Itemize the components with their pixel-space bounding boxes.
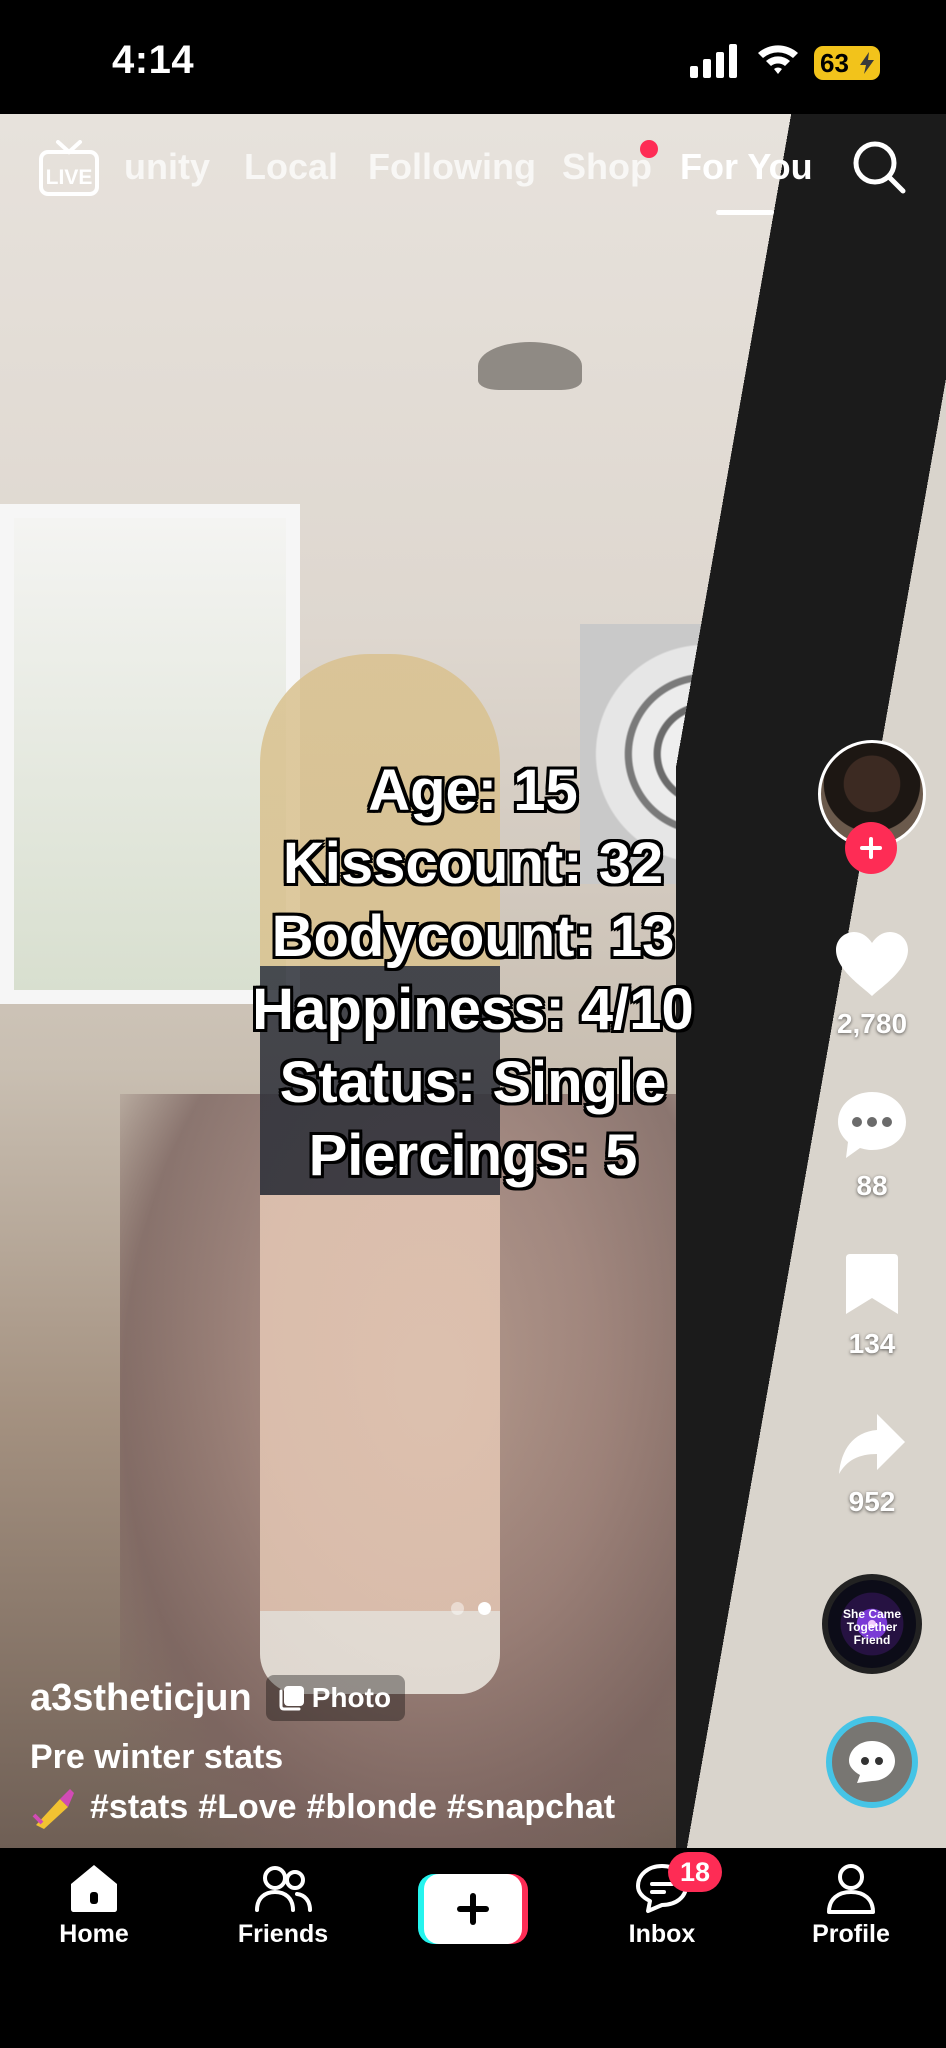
post-overlay-text: Age: 15 Kisscount: 32 Bodycount: 13 Happ… [0, 754, 946, 1192]
cellular-signal-icon [690, 44, 737, 78]
share-arrow-icon [839, 1414, 905, 1474]
nav-home-label: Home [59, 1920, 129, 1948]
nav-friends[interactable]: Friends [208, 1862, 358, 1949]
overlay-line: Status: Single [279, 1050, 667, 1115]
shop-notification-dot [640, 140, 658, 158]
friends-icon [255, 1866, 312, 1912]
comment-bubble-icon [838, 1092, 906, 1158]
tab-community[interactable]: unity [112, 146, 210, 188]
photo-carousel-icon [279, 1686, 304, 1711]
overlay-line: Kisscount: 32 [282, 831, 664, 896]
heart-icon [836, 932, 908, 996]
home-icon [71, 1865, 117, 1912]
music-disc-text: She Came Together Friend [842, 1607, 902, 1647]
ai-chat-icon [849, 1741, 895, 1783]
photo-badge-label: Photo [311, 1682, 392, 1713]
live-tv-icon[interactable]: LIVE [38, 140, 100, 198]
bookmark-icon [846, 1254, 898, 1314]
wifi-icon [758, 45, 798, 74]
share-button[interactable]: 952 [822, 1412, 922, 1518]
hashtag-link[interactable]: #stats [90, 1782, 188, 1832]
comment-button[interactable]: 88 [822, 1090, 922, 1202]
nav-friends-label: Friends [237, 1920, 329, 1948]
carousel-dot-active [478, 1602, 491, 1615]
nav-home[interactable]: Home [19, 1862, 169, 1949]
search-icon[interactable] [852, 140, 906, 194]
carousel-dot [451, 1602, 464, 1615]
post-caption: a3stheticjun Photo Pre winter stats #sta… [30, 1670, 790, 1832]
top-feed-tabs: LIVE unity Local Following Shop For You [0, 140, 946, 220]
hashtag-link[interactable]: #Love [198, 1782, 296, 1832]
photo-badge: Photo [265, 1675, 406, 1721]
inbox-count-badge: 18 [668, 1852, 722, 1892]
plus-icon [860, 837, 882, 859]
creator-username[interactable]: a3stheticjun [30, 1677, 252, 1720]
charging-bolt-icon [860, 52, 874, 74]
hashtag-link[interactable]: #blonde [307, 1782, 437, 1832]
hashtag-link[interactable]: #snapchat [447, 1782, 615, 1832]
live-label: LIVE [46, 166, 93, 189]
bottom-navigation: Home Friends Inbox 18 Profile [0, 1848, 946, 2048]
tab-shop[interactable]: Shop [562, 146, 652, 188]
battery-indicator: 63 [814, 46, 880, 80]
nav-inbox-label: Inbox [628, 1920, 696, 1948]
like-count: 2,780 [836, 1008, 908, 1039]
overlay-line: Piercings: 5 [308, 1123, 638, 1188]
create-post-button[interactable] [418, 1874, 528, 1944]
active-tab-indicator [716, 210, 774, 215]
username-row: a3stheticjun Photo [30, 1670, 790, 1726]
caption-title: Pre winter stats [30, 1738, 284, 1776]
music-disc[interactable]: She Came Together Friend [822, 1574, 922, 1674]
tab-for-you[interactable]: For You [680, 146, 813, 188]
tab-local[interactable]: Local [244, 146, 338, 188]
bookmark-button[interactable]: 134 [822, 1252, 922, 1360]
overlay-line: Happiness: 4/10 [252, 977, 694, 1042]
status-time: 4:14 [112, 38, 195, 82]
overlay-line: Bodycount: 13 [271, 904, 675, 969]
profile-icon [827, 1864, 875, 1914]
like-button[interactable]: 2,780 [822, 930, 922, 1040]
ai-assistant-button[interactable] [826, 1716, 918, 1808]
create-face [424, 1874, 522, 1944]
comment-count: 88 [856, 1170, 888, 1201]
bookmark-count: 134 [848, 1328, 896, 1359]
nail-polish-emoji-icon [32, 1789, 74, 1829]
photo-ceiling-lamp [478, 342, 582, 390]
nav-profile[interactable]: Profile [776, 1862, 926, 1949]
overlay-line: Age: 15 [368, 758, 578, 823]
nav-profile-label: Profile [812, 1920, 890, 1948]
follow-plus-button[interactable] [845, 822, 897, 874]
tab-following[interactable]: Following [368, 146, 536, 188]
hashtag-row: #stats #Love #blonde #snapchat [30, 1782, 790, 1832]
plus-icon [457, 1893, 489, 1925]
share-count: 952 [848, 1486, 896, 1517]
status-bar: 4:14 63 [0, 0, 946, 114]
battery-level: 63 [820, 47, 849, 78]
carousel-indicator [451, 1602, 491, 1616]
